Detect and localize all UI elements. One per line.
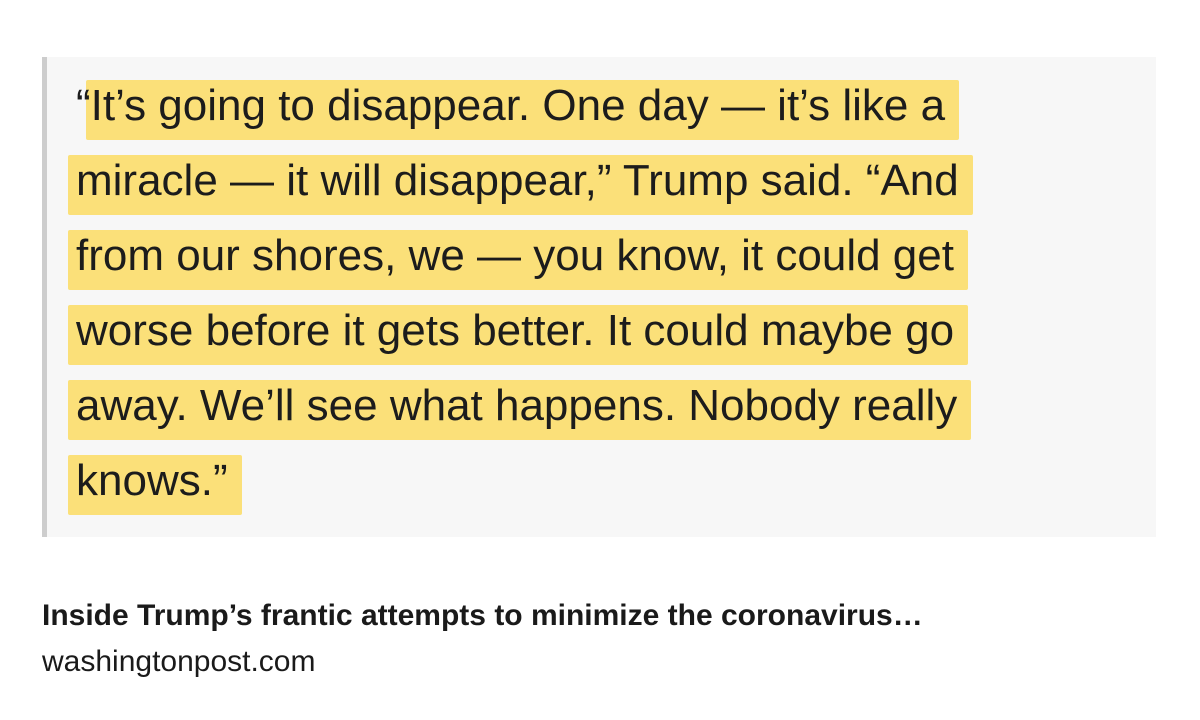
link-preview[interactable]: Inside Trump’s frantic attempts to minim… [42,596,923,682]
article-title[interactable]: Inside Trump’s frantic attempts to minim… [42,596,923,636]
quote-line: away. We’ll see what happens. Nobody rea… [68,375,972,450]
article-domain: washingtonpost.com [42,645,316,678]
quote-line: “It’s going to disappear. One day — it’s… [72,75,969,150]
quote-line: knows.” [68,450,969,525]
quote-card: “It’s going to disappear. One day — it’s… [42,57,1156,537]
quote-line: worse before it gets better. It could ma… [68,300,969,375]
quote-line-text: worse before it gets better. It could ma… [76,306,955,355]
quote-line: miracle — it will disappear,” Trump said… [68,150,973,225]
quote-line-text: miracle — it will disappear,” Trump said… [76,156,959,205]
quote-line: from our shores, we — you know, it could… [68,225,969,300]
quote-bar [42,57,47,537]
quote-line-text: “It’s going to disappear. One day — it’s… [76,81,946,130]
quote-line-text: away. We’ll see what happens. Nobody rea… [76,381,958,430]
quote-line-text: from our shores, we — you know, it could… [76,231,954,280]
quote-line-text: knows.” [76,456,228,505]
quote-lines: “It’s going to disappear. One day — it’s… [68,75,973,525]
